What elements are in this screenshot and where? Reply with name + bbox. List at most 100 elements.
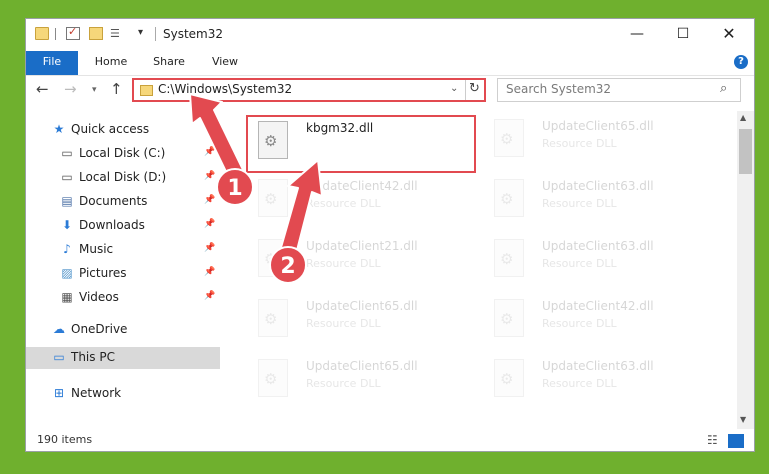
help-icon[interactable]: ? (734, 55, 748, 69)
dll-file-icon (494, 299, 524, 337)
file-type: Resource DLL (542, 377, 617, 390)
new-folder-icon[interactable] (89, 27, 103, 40)
dll-file-icon (494, 179, 524, 217)
divider (465, 80, 466, 100)
large-icons-view-icon[interactable] (728, 434, 744, 448)
vertical-scrollbar[interactable]: ▲ ▼ (737, 111, 754, 429)
file-name: UpdateClient65.dll (306, 299, 418, 313)
tab-share[interactable]: Share (146, 51, 192, 75)
search-input[interactable]: Search System32 ⌕ (497, 78, 741, 102)
file-item-kbgm32[interactable]: kbgm32.dll (246, 115, 476, 173)
customize-toolbar-chevron-icon[interactable]: ▾ (138, 27, 143, 38)
pin-icon[interactable]: 📌 (204, 267, 215, 277)
documents-icon: ▤ (61, 194, 73, 208)
step-1-badge: 1 (216, 168, 254, 206)
file-item[interactable]: UpdateClient63.dll Resource DLL (484, 355, 714, 413)
recent-locations-chevron-icon[interactable]: ▾ (92, 85, 97, 95)
file-name: kbgm32.dll (306, 121, 374, 135)
properties-icon[interactable] (66, 25, 80, 40)
tab-home[interactable]: Home (86, 51, 136, 75)
file-item[interactable]: UpdateClient42.dll Resource DLL (484, 295, 714, 353)
sidebar-item-quick-access[interactable]: ★ Quick access (26, 119, 220, 141)
sidebar-item-label: Pictures (79, 266, 127, 280)
sidebar-item-onedrive[interactable]: ☁ OneDrive (26, 319, 220, 341)
address-dropdown-chevron-icon[interactable]: ⌄ (450, 83, 458, 94)
sidebar-item-label: OneDrive (71, 322, 128, 336)
rename-icon[interactable]: ☰ (110, 27, 126, 40)
drive-icon: ▭ (61, 146, 73, 160)
file-list: kbgm32.dll UpdateClient65.dll Resource D… (236, 111, 736, 429)
file-explorer-window: ☰ ▾ System32 — ☐ ✕ File Home Share View … (25, 18, 755, 452)
close-button[interactable]: ✕ (706, 19, 752, 51)
network-icon: ⊞ (53, 386, 65, 400)
folder-icon[interactable] (35, 27, 49, 40)
file-name: UpdateClient63.dll (542, 359, 654, 373)
file-type: Resource DLL (542, 257, 617, 270)
sidebar-item-label: Local Disk (D:) (79, 170, 167, 184)
file-item[interactable]: UpdateClient42.dll Resource DLL (248, 175, 478, 233)
sidebar-item-label: Music (79, 242, 114, 256)
tab-file[interactable]: File (26, 51, 78, 75)
search-icon[interactable]: ⌕ (720, 81, 727, 96)
sidebar-item-network[interactable]: ⊞ Network (26, 383, 220, 405)
file-type: Resource DLL (306, 257, 381, 270)
forward-arrow-icon[interactable]: → (64, 80, 77, 98)
sidebar-item-videos[interactable]: ▦ Videos 📌 (26, 287, 220, 309)
maximize-button[interactable]: ☐ (660, 19, 706, 51)
pin-icon[interactable]: 📌 (204, 171, 215, 181)
pin-icon[interactable]: 📌 (204, 243, 215, 253)
star-icon: ★ (53, 122, 65, 136)
file-name: UpdateClient42.dll (306, 179, 418, 193)
sidebar-item-label: Local Disk (C:) (79, 146, 166, 160)
sidebar-item-label: Documents (79, 194, 148, 208)
sidebar-item-label: This PC (71, 350, 115, 364)
tab-view[interactable]: View (202, 51, 248, 75)
sidebar-item-local-disk-c[interactable]: ▭ Local Disk (C:) 📌 (26, 143, 220, 165)
file-type: Resource DLL (306, 317, 381, 330)
dll-file-icon (258, 299, 288, 337)
details-view-icon[interactable]: ☷ (707, 433, 718, 447)
pin-icon[interactable]: 📌 (204, 219, 215, 229)
download-icon: ⬇ (61, 218, 73, 232)
drive-icon: ▭ (61, 170, 73, 184)
divider (55, 28, 56, 40)
pictures-icon: ▨ (61, 266, 73, 280)
pin-icon[interactable]: 📌 (204, 195, 215, 205)
sidebar-item-downloads[interactable]: ⬇ Downloads 📌 (26, 215, 220, 237)
file-name: UpdateClient42.dll (542, 299, 654, 313)
pin-icon[interactable]: 📌 (204, 147, 215, 157)
up-arrow-icon[interactable]: ↑ (110, 80, 123, 98)
pin-icon[interactable]: 📌 (204, 291, 215, 301)
file-item[interactable]: UpdateClient65.dll Resource DLL (248, 295, 478, 353)
address-bar[interactable]: C:\Windows\System32 ⌄ ↻ (132, 78, 486, 102)
sidebar-item-music[interactable]: ♪ Music 📌 (26, 239, 220, 261)
sidebar-item-this-pc[interactable]: ▭ This PC (26, 347, 220, 369)
dll-file-icon (258, 359, 288, 397)
file-name: UpdateClient65.dll (542, 119, 654, 133)
scroll-down-arrow-icon[interactable]: ▼ (740, 415, 746, 424)
navigation-bar: ← → ▾ ↑ C:\Windows\System32 ⌄ ↻ Search S… (26, 76, 754, 106)
file-name: UpdateClient63.dll (542, 239, 654, 253)
file-name: UpdateClient21.dll (306, 239, 418, 253)
sidebar-item-pictures[interactable]: ▨ Pictures 📌 (26, 263, 220, 285)
refresh-icon[interactable]: ↻ (469, 81, 480, 96)
minimize-button[interactable]: — (614, 19, 660, 51)
sidebar-item-local-disk-d[interactable]: ▭ Local Disk (D:) 📌 (26, 167, 220, 189)
sidebar-item-documents[interactable]: ▤ Documents 📌 (26, 191, 220, 213)
file-item[interactable]: UpdateClient63.dll Resource DLL (484, 235, 714, 293)
item-count: 190 items (37, 433, 93, 446)
dll-file-icon (258, 179, 288, 217)
window-title: System32 (163, 27, 224, 41)
file-type: Resource DLL (542, 137, 617, 150)
scroll-up-arrow-icon[interactable]: ▲ (740, 113, 746, 122)
file-item[interactable]: UpdateClient63.dll Resource DLL (484, 175, 714, 233)
scrollbar-thumb[interactable] (739, 129, 752, 174)
music-icon: ♪ (63, 242, 71, 256)
file-name: UpdateClient63.dll (542, 179, 654, 193)
back-arrow-icon[interactable]: ← (36, 80, 49, 98)
file-item[interactable]: UpdateClient65.dll Resource DLL (484, 115, 714, 173)
address-path[interactable]: C:\Windows\System32 (158, 82, 292, 96)
search-placeholder: Search System32 (506, 82, 612, 96)
file-item[interactable]: UpdateClient65.dll Resource DLL (248, 355, 478, 413)
sidebar-item-label: Videos (79, 290, 119, 304)
